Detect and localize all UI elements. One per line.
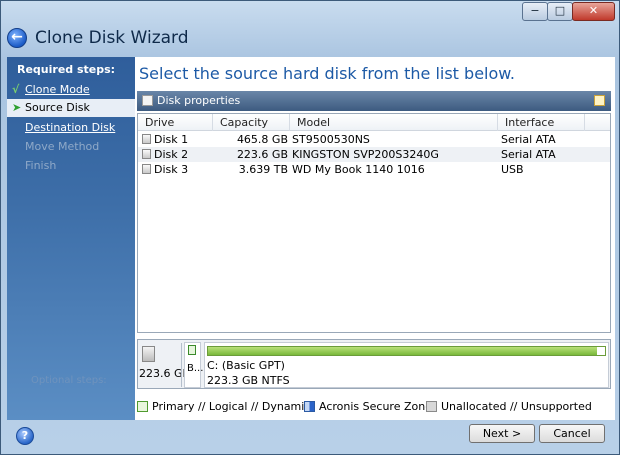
optional-steps-heading: Optional steps: (31, 375, 107, 386)
unallocated-icon (426, 401, 437, 412)
legend-primary-label: Primary // Logical // Dynamic (152, 400, 311, 413)
model-cell: WD My Book 1140 1016 (292, 163, 425, 176)
minimize-button[interactable]: − (522, 2, 548, 21)
interface-cell: USB (501, 163, 524, 176)
capacity-cell: 465.8 GB (236, 133, 288, 146)
divider (181, 343, 182, 387)
capacity-cell: 223.6 GB (236, 148, 288, 161)
window-title: Clone Disk Wizard (35, 28, 189, 48)
step-label: Source Disk (25, 101, 90, 114)
interface-cell: Serial ATA (501, 133, 556, 146)
step-clone-mode[interactable]: √ Clone Mode (7, 81, 135, 99)
back-arrow-icon[interactable]: ← (7, 28, 27, 48)
drive-cell: Disk 3 (154, 163, 189, 176)
model-cell: ST9500530NS (292, 133, 370, 146)
hard-disk-icon (142, 346, 155, 362)
column-header-drive[interactable]: Drive (138, 114, 213, 131)
primary-partition-icon (137, 401, 148, 412)
partition-c[interactable]: C: (Basic GPT) 223.3 GB NTFS (204, 342, 609, 388)
legend-acronis: Acronis Secure Zone (304, 400, 432, 413)
table-row[interactable]: Disk 2 223.6 GB KINGSTON SVP200S3240G Se… (138, 147, 610, 162)
disk-size-label: 223.6 GB (139, 367, 191, 380)
disk-layout-map: 223.6 GB B... C: (Basic GPT) 223.3 GB NT… (137, 339, 611, 389)
step-move-method: Move Method (7, 138, 135, 156)
disk-properties-icon (142, 95, 153, 106)
step-destination-disk[interactable]: Destination Disk (7, 119, 135, 137)
hard-disk-icon (142, 134, 151, 144)
cancel-button[interactable]: Cancel (539, 424, 605, 443)
model-cell: KINGSTON SVP200S3240G (292, 148, 439, 161)
main-panel: Select the source hard disk from the lis… (135, 57, 615, 420)
partition-usage-bar (207, 346, 606, 356)
step-source-disk[interactable]: ➤ Source Disk (7, 99, 135, 117)
drive-cell: Disk 1 (154, 133, 189, 146)
steps-sidebar: Required steps: √ Clone Mode ➤ Source Di… (7, 57, 135, 420)
title-bar: ← Clone Disk Wizard − □ ✕ (1, 1, 619, 57)
help-icon[interactable]: ? (16, 427, 34, 445)
disk-properties-label: Disk properties (157, 94, 241, 107)
button-bar: ? Next > Cancel (1, 420, 619, 454)
legend-unallocated: Unallocated // Unsupported (426, 400, 592, 413)
small-partition[interactable]: B... (184, 342, 204, 388)
legend-unallocated-label: Unallocated // Unsupported (441, 400, 592, 413)
secure-zone-icon (304, 401, 315, 412)
current-step-arrow-icon: ➤ (12, 101, 22, 114)
step-label: Move Method (25, 140, 100, 153)
column-header-capacity[interactable]: Capacity (213, 114, 290, 131)
hard-disk-icon (142, 164, 151, 174)
column-header-model[interactable]: Model (290, 114, 498, 131)
legend-acronis-label: Acronis Secure Zone (319, 400, 432, 413)
drive-cell: Disk 2 (154, 148, 189, 161)
step-finish: Finish (7, 157, 135, 175)
step-label: Clone Mode (25, 83, 90, 96)
table-row[interactable]: Disk 3 3.639 TB WD My Book 1140 1016 USB (138, 162, 610, 177)
hard-disk-icon (142, 149, 151, 159)
page-heading: Select the source hard disk from the lis… (139, 64, 515, 83)
column-header-interface[interactable]: Interface (498, 114, 585, 131)
step-label: Finish (25, 159, 57, 172)
legend-primary: Primary // Logical // Dynamic (137, 400, 310, 413)
partition-name: C: (Basic GPT) (207, 359, 285, 372)
column-header-filler (585, 114, 610, 131)
primary-partition-icon (188, 345, 196, 355)
clone-disk-wizard-window: ← Clone Disk Wizard − □ ✕ Required steps… (0, 0, 620, 455)
disk-list-header: Drive Capacity Model Interface (138, 114, 610, 131)
disk-properties-bar[interactable]: Disk properties (137, 91, 611, 111)
table-row[interactable]: Disk 1 465.8 GB ST9500530NS Serial ATA (138, 132, 610, 147)
disk-list[interactable]: Drive Capacity Model Interface Disk 1 46… (137, 113, 611, 333)
partition-usage-fill (208, 347, 598, 355)
next-button[interactable]: Next > (469, 424, 535, 443)
required-steps-heading: Required steps: (17, 63, 116, 76)
checkmark-icon: √ (12, 83, 20, 96)
close-button[interactable]: ✕ (572, 2, 615, 21)
column-chooser-icon[interactable] (594, 95, 605, 106)
small-partition-label: B... (187, 363, 204, 374)
maximize-button[interactable]: □ (547, 2, 573, 21)
step-label: Destination Disk (25, 121, 116, 134)
partition-legend: Primary // Logical // Dynamic Acronis Se… (135, 399, 615, 415)
partition-detail: 223.3 GB NTFS (207, 374, 290, 387)
capacity-cell: 3.639 TB (238, 163, 288, 176)
interface-cell: Serial ATA (501, 148, 556, 161)
